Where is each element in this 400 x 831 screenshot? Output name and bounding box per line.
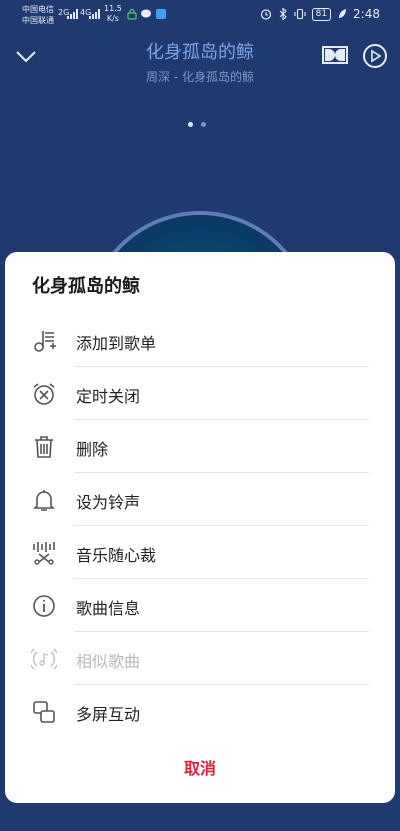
menu-item-label: 添加到歌单 (76, 334, 157, 353)
artist-line: 周深 - 化身孤岛的鲸 (146, 70, 254, 84)
status-right: 81 2:48 (260, 7, 380, 21)
battery-level: 81 (311, 7, 332, 21)
vibrate-icon (294, 8, 306, 20)
chat-icon (141, 9, 151, 18)
multi-screen-icon (33, 701, 55, 723)
sheet-title: 化身孤岛的鲸 (32, 276, 140, 297)
status-bar: 中国电信 中国联通 2G 4G 11.5 K/s 81 2:48 (0, 0, 400, 32)
menu-item-song-info[interactable]: 歌曲信息 (5, 579, 395, 632)
cancel-button[interactable]: 取消 (5, 755, 395, 779)
trash-icon (35, 436, 53, 458)
menu-item-set-ringtone[interactable]: 设为铃声 (5, 473, 395, 526)
menu-item-label: 定时关闭 (76, 387, 141, 406)
menu-item-label: 删除 (76, 440, 109, 459)
bell-icon (33, 490, 55, 511)
action-sheet: 化身孤岛的鲸 添加到歌单 定时关闭 删除 设为铃声 音乐随心裁 歌曲信息 相似歌… (5, 252, 395, 803)
menu-item-music-cut[interactable]: 音乐随心裁 (5, 526, 395, 579)
alarm-icon (260, 9, 271, 20)
similar-songs-icon (31, 648, 57, 670)
page-indicator (188, 122, 206, 127)
lock-icon (127, 8, 137, 20)
carrier-2: 中国联通 (22, 16, 54, 25)
menu-item-label: 多屏互动 (76, 705, 141, 724)
net-speed-value: 11.5 (104, 4, 122, 13)
menu-item-delete[interactable]: 删除 (5, 420, 395, 473)
leaf-icon (339, 9, 347, 18)
clock-time: 2:48 (353, 7, 380, 21)
menu-item-label: 相似歌曲 (76, 652, 141, 671)
menu-item-sleep-timer[interactable]: 定时关闭 (5, 367, 395, 420)
carrier-names: 中国电信 中国联通 (22, 4, 54, 26)
net-speed-unit: K/s (106, 14, 119, 23)
menu-item-label: 设为铃声 (76, 493, 141, 512)
action-menu: 添加到歌单 定时关闭 删除 设为铃声 音乐随心裁 歌曲信息 相似歌曲 多屏互动 (5, 314, 395, 738)
menu-item-label: 歌曲信息 (76, 599, 141, 618)
bluetooth-icon (279, 8, 287, 20)
alarm-off-icon (33, 383, 55, 405)
play-circle-icon[interactable] (362, 43, 388, 69)
dolby-icon[interactable] (322, 44, 348, 66)
signal-bars-icon (89, 9, 100, 19)
info-icon (33, 595, 55, 617)
menu-item-similar-songs: 相似歌曲 (5, 632, 395, 685)
app-notification-icon (156, 9, 166, 19)
menu-item-add-to-playlist[interactable]: 添加到歌单 (5, 314, 395, 367)
signal-bars-icon (67, 9, 78, 19)
menu-item-label: 音乐随心裁 (76, 546, 157, 565)
page-dot (188, 122, 193, 127)
add-to-playlist-icon (34, 331, 56, 352)
carrier-1: 中国电信 (22, 5, 54, 14)
music-cut-icon (33, 542, 55, 565)
net-speed: 11.5 K/s (104, 4, 122, 24)
menu-item-multi-screen[interactable]: 多屏互动 (5, 685, 395, 738)
page-dot (201, 122, 206, 127)
